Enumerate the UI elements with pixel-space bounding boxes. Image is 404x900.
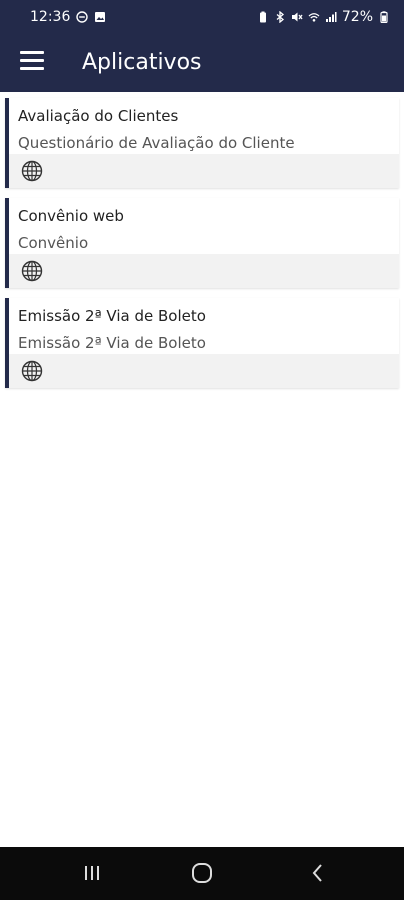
bluetooth-icon — [276, 11, 284, 23]
app-card-title: Emissão 2ª Via de Boleto — [18, 307, 206, 325]
back-icon[interactable] — [306, 861, 330, 885]
app-card-title: Convênio web — [18, 207, 124, 225]
globe-icon[interactable] — [21, 260, 43, 282]
mute-icon — [291, 12, 303, 22]
battery-icon — [380, 11, 388, 23]
app-card-subtitle: Questionário de Avaliação do Cliente — [18, 134, 295, 152]
globe-icon[interactable] — [21, 360, 43, 382]
hamburger-menu-icon[interactable] — [20, 51, 44, 71]
app-card[interactable]: Convênio web Convênio — [5, 198, 399, 288]
app-card-footer — [9, 354, 399, 388]
app-card-subtitle: Emissão 2ª Via de Boleto — [18, 334, 206, 352]
battery-percent: 72% — [341, 9, 373, 25]
wifi-icon — [308, 13, 320, 22]
status-left: 12:36 — [30, 9, 106, 25]
app-list: Avaliação do Clientes Questionário de Av… — [0, 92, 404, 388]
status-bar: 12:36 72% — [0, 0, 404, 34]
page-title: Aplicativos — [82, 50, 202, 75]
clock: 12:36 — [30, 9, 71, 25]
home-icon[interactable] — [190, 861, 214, 885]
app-card[interactable]: Avaliação do Clientes Questionário de Av… — [5, 98, 399, 188]
do-not-disturb-icon — [76, 11, 89, 23]
app-card-footer — [9, 254, 399, 288]
battery-saver-icon — [259, 11, 266, 23]
app-card-footer — [9, 154, 399, 188]
recent-apps-icon[interactable] — [80, 861, 104, 885]
globe-icon[interactable] — [21, 160, 43, 182]
app-card-title: Avaliação do Clientes — [18, 107, 179, 125]
signal-icon — [325, 12, 337, 22]
app-card[interactable]: Emissão 2ª Via de Boleto Emissão 2ª Via … — [5, 298, 399, 388]
app-card-subtitle: Convênio — [18, 234, 89, 252]
system-nav-bar — [0, 847, 404, 900]
app-bar: Aplicativos — [0, 34, 404, 92]
status-right: 72% — [257, 9, 390, 25]
image-icon — [95, 12, 106, 22]
